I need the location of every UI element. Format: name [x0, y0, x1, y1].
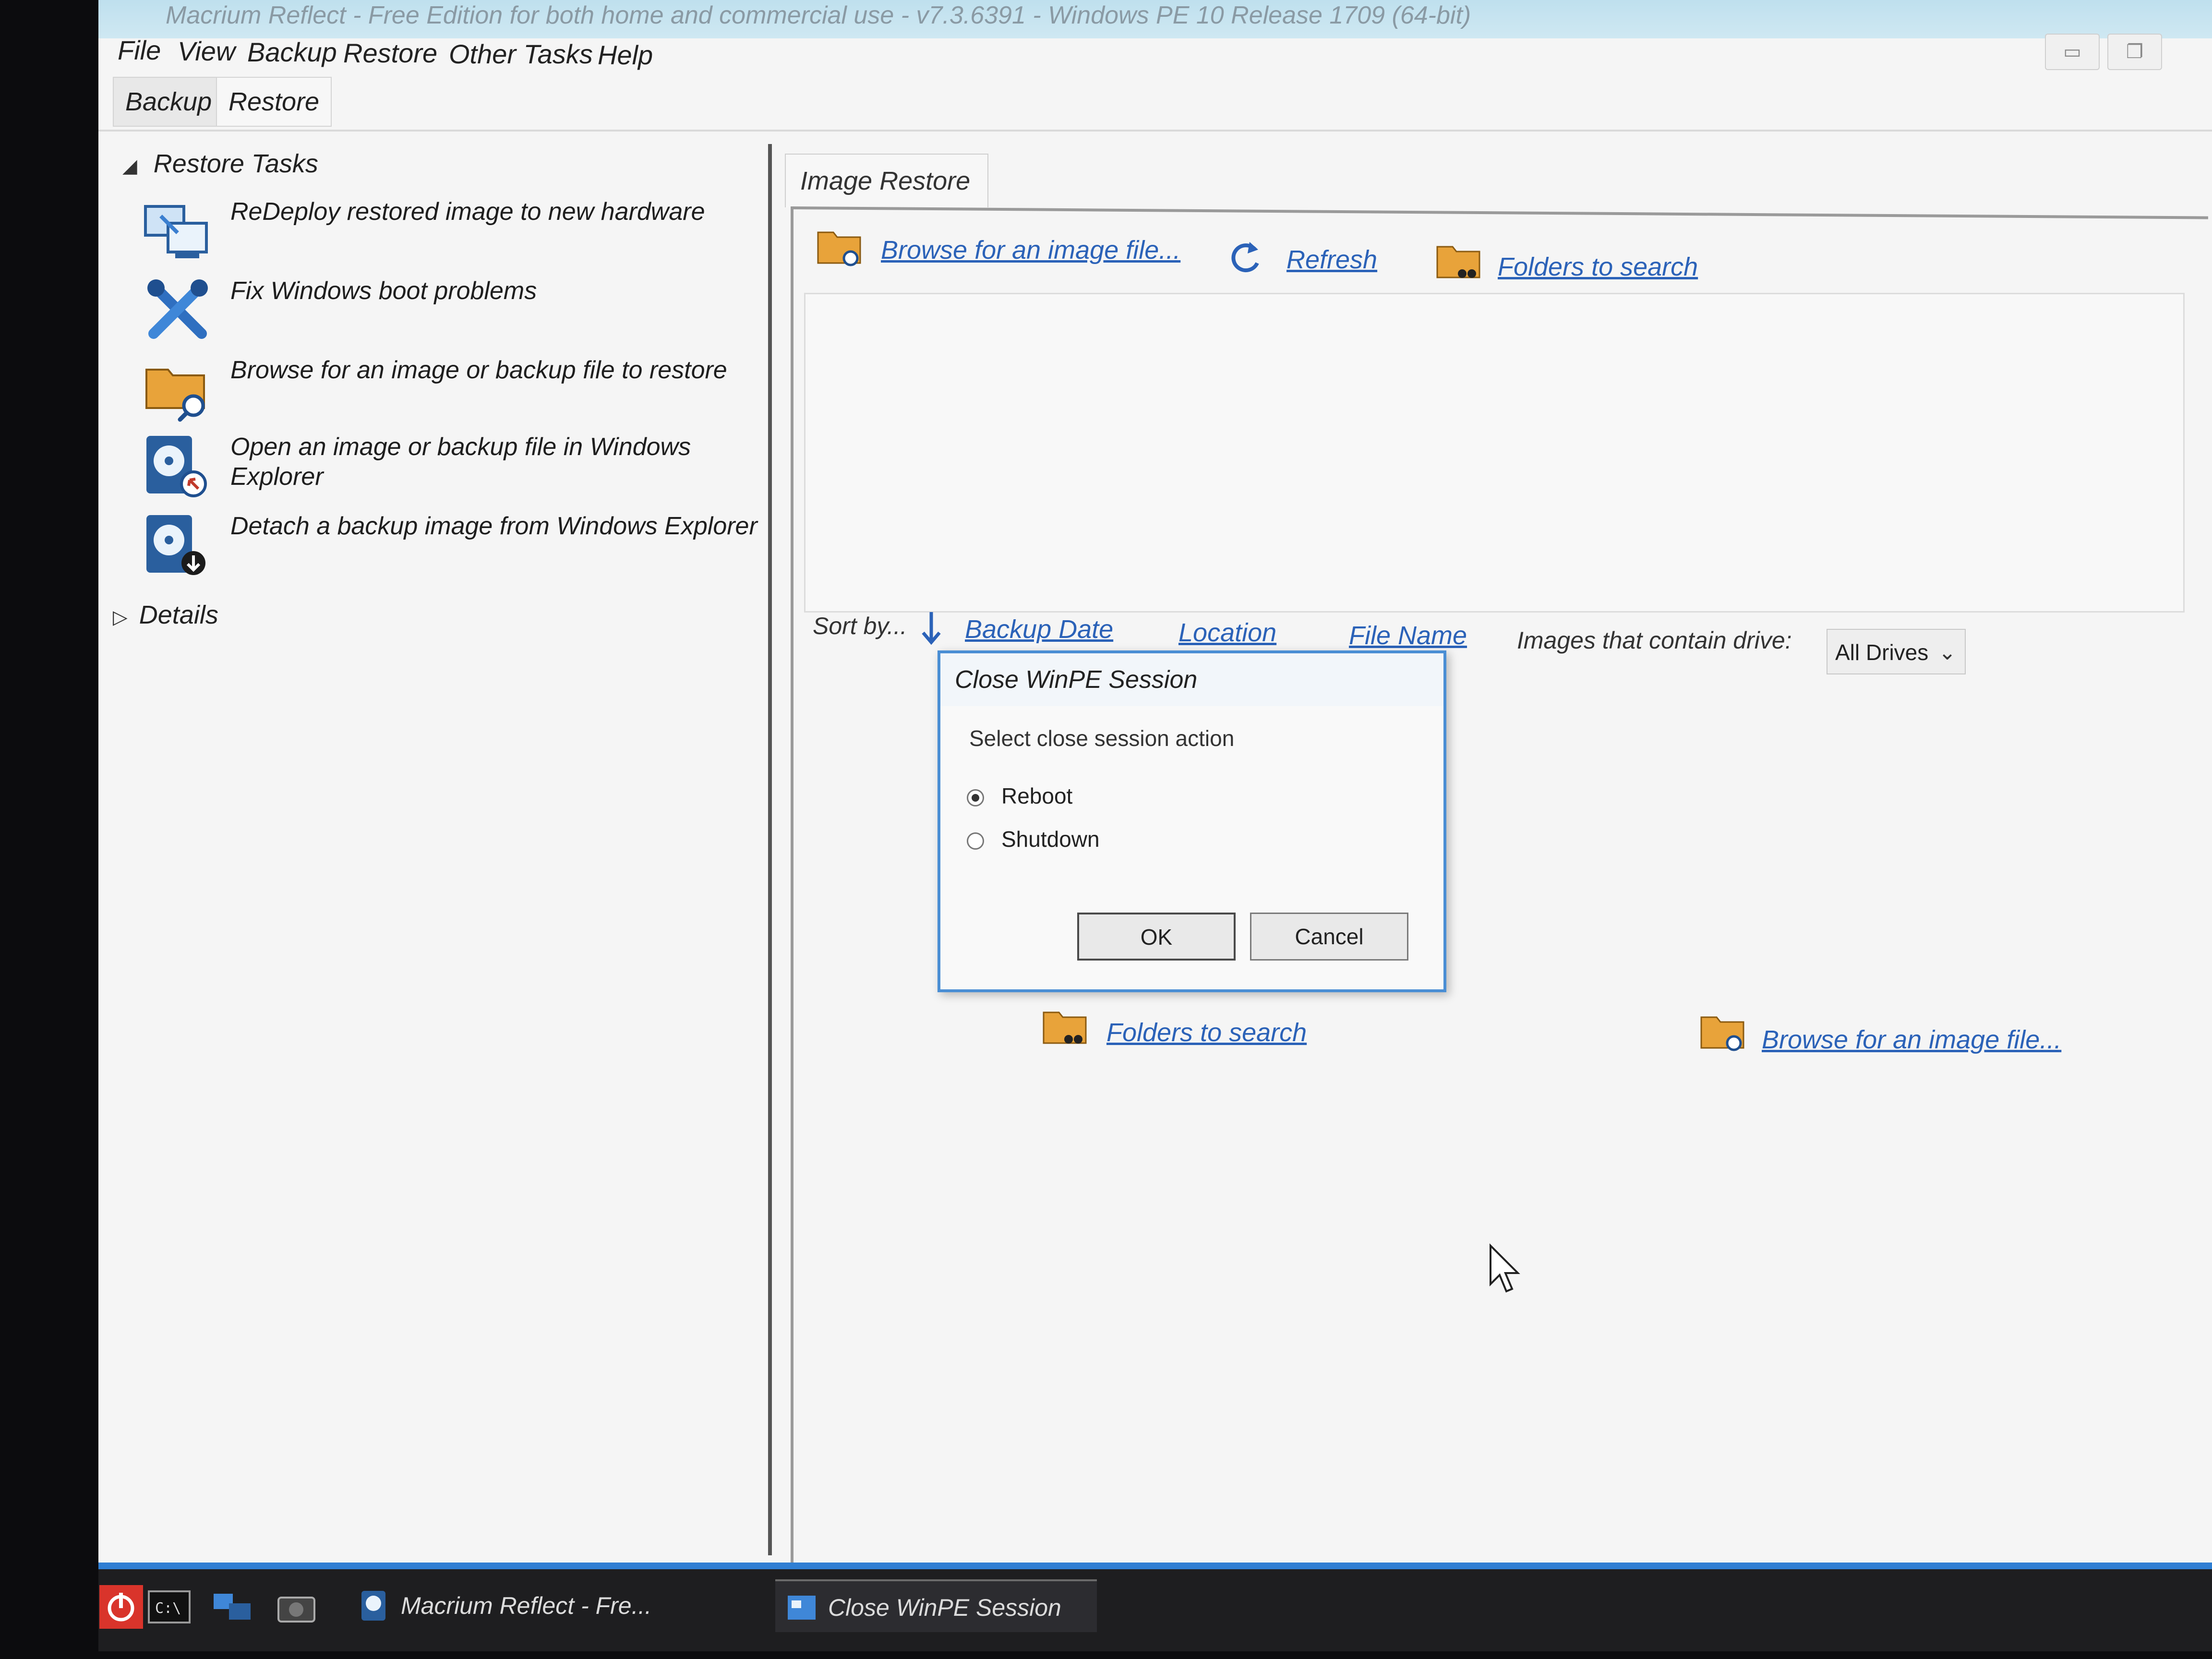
tab-backup[interactable]: Backup: [113, 77, 225, 127]
task-detach-image[interactable]: Detach a backup image from Windows Explo…: [142, 511, 766, 583]
task-fix-boot-label: Fix Windows boot problems: [230, 277, 537, 305]
tab-restore[interactable]: Restore: [216, 77, 332, 127]
taskbar-macrium-reflect[interactable]: Macrium Reflect - Fre...: [348, 1579, 766, 1632]
tools-icon: [142, 276, 214, 343]
expand-triangle-icon: ▷: [113, 607, 128, 628]
task-redeploy[interactable]: ReDeploy restored image to new hardware: [142, 197, 766, 269]
sort-file-name[interactable]: File Name: [1349, 621, 1467, 650]
folders-to-search-link-top[interactable]: Folders to search: [1498, 252, 1698, 282]
folders-binoculars-icon[interactable]: [1435, 240, 1483, 283]
radio-shutdown[interactable]: Shutdown: [967, 826, 1100, 855]
folders-binoculars-icon-bottom[interactable]: [1042, 1006, 1090, 1049]
tab-image-restore[interactable]: Image Restore: [785, 154, 988, 207]
restore-tasks-label: Restore Tasks: [153, 149, 318, 178]
power-icon[interactable]: [98, 1584, 144, 1630]
folders-to-search-link-bottom[interactable]: Folders to search: [1106, 1018, 1307, 1047]
task-fix-boot[interactable]: Fix Windows boot problems: [142, 276, 766, 348]
disk-open-icon: [142, 432, 214, 499]
pane-divider[interactable]: [768, 144, 772, 1555]
dialog-prompt: Select close session action: [969, 726, 1235, 751]
menu-backup[interactable]: Backup: [247, 36, 337, 68]
task-redeploy-label: ReDeploy restored image to new hardware: [230, 198, 705, 226]
drive-filter-value: All Drives: [1835, 640, 1929, 665]
sort-location[interactable]: Location: [1178, 618, 1276, 648]
disk-detach-icon: [142, 511, 214, 578]
minimize-button[interactable]: ▭: [2045, 34, 2100, 70]
network-icon[interactable]: [209, 1584, 254, 1630]
drive-filter-select[interactable]: All Drives ⌄: [1827, 629, 1966, 674]
redeploy-icon: [142, 197, 214, 264]
restore-window-button[interactable]: ❐: [2107, 34, 2162, 70]
details-label: Details: [139, 601, 218, 629]
screenshot-camera-icon[interactable]: [274, 1584, 319, 1630]
browse-image-link-bottom[interactable]: Browse for an image file...: [1762, 1025, 2061, 1055]
radio-reboot-indicator[interactable]: [967, 789, 984, 806]
task-browse-image-label: Browse for an image or backup file to re…: [230, 356, 727, 384]
task-open-in-explorer[interactable]: Open an image or backup file in Windows …: [142, 432, 766, 504]
toolbar-divider: [98, 130, 2212, 132]
browse-image-link-top[interactable]: Browse for an image file...: [881, 235, 1180, 265]
details-heading[interactable]: ▷ Details: [113, 600, 218, 630]
refresh-icon[interactable]: [1226, 235, 1265, 278]
taskbar-close-winpe-session[interactable]: Close WinPE Session: [775, 1579, 1097, 1632]
svg-text:C:\: C:\: [155, 1600, 181, 1617]
radio-shutdown-indicator[interactable]: [967, 832, 984, 850]
drive-filter-label: Images that contain drive:: [1517, 627, 1792, 654]
sort-by-label: Sort by...: [813, 613, 907, 639]
sidebar: ◢ Restore Tasks ReDeploy restored image t…: [98, 134, 768, 1565]
task-open-in-explorer-label: Open an image or backup file in Windows …: [230, 433, 691, 491]
window-title: Macrium Reflect - Free Edition for both …: [166, 1, 1471, 29]
radio-reboot[interactable]: Reboot: [967, 783, 1072, 812]
restore-tasks-heading[interactable]: ◢ Restore Tasks: [122, 149, 318, 179]
title-bar: Macrium Reflect - Free Edition for both …: [98, 0, 2212, 38]
collapse-triangle-icon: ◢: [122, 156, 137, 177]
radio-shutdown-label: Shutdown: [1001, 827, 1100, 852]
menu-help[interactable]: Help: [598, 39, 653, 71]
taskbar-accent-line: [98, 1563, 2212, 1569]
folder-search-icon: [142, 355, 214, 422]
sort-backup-date[interactable]: Backup Date: [965, 614, 1113, 644]
cancel-button[interactable]: Cancel: [1250, 913, 1408, 961]
sort-descending-icon[interactable]: [919, 610, 943, 648]
radio-reboot-label: Reboot: [1001, 783, 1073, 808]
command-prompt-icon[interactable]: C:\: [146, 1584, 192, 1630]
menu-file[interactable]: File: [118, 35, 161, 66]
mouse-cursor-icon: [1490, 1243, 1520, 1293]
chevron-down-icon: ⌄: [1938, 641, 1956, 664]
ok-button[interactable]: OK: [1077, 913, 1236, 961]
task-browse-image[interactable]: Browse for an image or backup file to re…: [142, 355, 766, 427]
content-left-border: [791, 206, 793, 1565]
dialog-title[interactable]: Close WinPE Session: [940, 653, 1443, 706]
folder-search-icon-bottom[interactable]: [1699, 1010, 1747, 1054]
refresh-link[interactable]: Refresh: [1286, 245, 1377, 275]
taskbar-close-winpe-label: Close WinPE Session: [828, 1594, 1061, 1621]
menu-restore[interactable]: Restore: [343, 37, 437, 69]
image-list-panel[interactable]: [804, 293, 2185, 613]
menu-view[interactable]: View: [178, 36, 235, 67]
task-detach-image-label: Detach a backup image from Windows Explo…: [230, 512, 757, 540]
macrium-reflect-icon: [361, 1591, 385, 1621]
taskbar-macrium-reflect-label: Macrium Reflect - Fre...: [401, 1592, 652, 1619]
dialog-app-icon: [788, 1596, 816, 1620]
screen: Macrium Reflect - Free Edition for both …: [98, 0, 2212, 1651]
folder-search-icon[interactable]: [816, 226, 864, 269]
close-winpe-dialog: Close WinPE Session Select close session…: [938, 650, 1446, 992]
content-top-border: [792, 206, 2208, 219]
menu-other-tasks[interactable]: Other Tasks: [449, 38, 593, 70]
